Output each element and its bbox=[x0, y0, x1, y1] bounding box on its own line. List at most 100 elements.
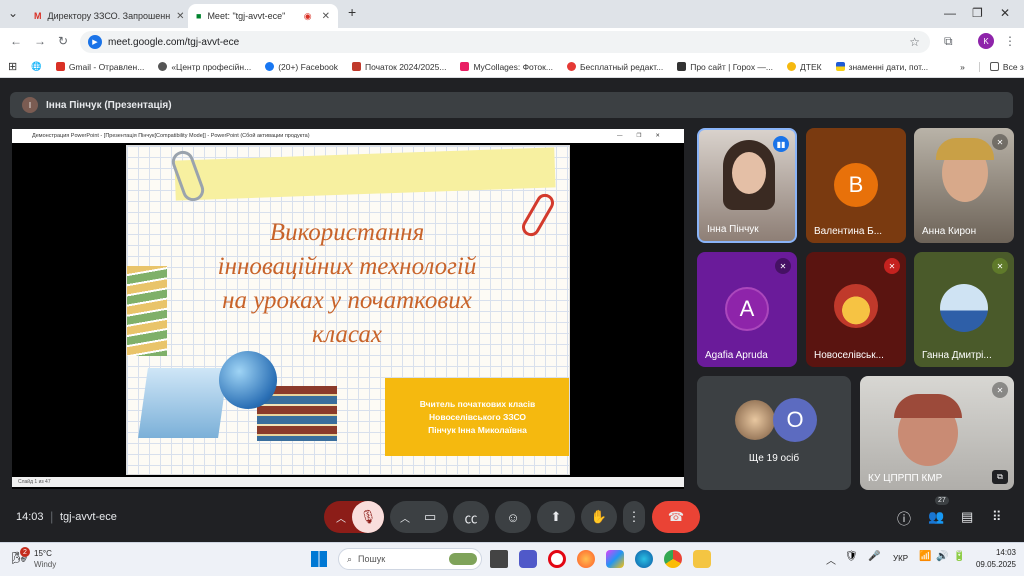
mic-off-icon: ✕ bbox=[884, 258, 900, 274]
info-icon[interactable]: ⓘ bbox=[897, 509, 911, 529]
site-icon[interactable]: 🌐 bbox=[31, 61, 42, 72]
participant-tile[interactable]: ✕ Новоселівськ... bbox=[806, 252, 906, 367]
bookmark-item[interactable]: «Центр професійн... bbox=[158, 62, 251, 72]
participant-name: Agafia Apruda bbox=[705, 350, 768, 361]
captions-button[interactable]: ㏄ bbox=[453, 501, 489, 533]
end-call-button[interactable]: ☎ bbox=[652, 501, 700, 533]
forward-icon[interactable]: → bbox=[34, 34, 46, 48]
volume-icon[interactable]: 🔊 bbox=[936, 551, 948, 562]
participant-name: Інна Пінчук bbox=[707, 224, 759, 235]
extensions-icon[interactable]: ⧉ bbox=[944, 34, 953, 49]
search-icon: ⌕ bbox=[347, 553, 353, 564]
taskbar-search[interactable]: ⌕ Пошук bbox=[338, 548, 482, 570]
mic-off-icon: ✕ bbox=[992, 258, 1008, 274]
participant-tile[interactable]: ✕ КУ ЦПРПП КМР ⧉ bbox=[860, 376, 1014, 490]
language-indicator[interactable]: УКР bbox=[893, 554, 908, 563]
reactions-button[interactable]: ☺ bbox=[495, 501, 531, 533]
hand-icon: ✋ bbox=[590, 509, 608, 524]
others-tile[interactable]: O Ще 19 осіб bbox=[697, 376, 851, 490]
teams-icon[interactable] bbox=[519, 550, 537, 568]
separator: | bbox=[50, 509, 54, 524]
presenter-avatar: І bbox=[22, 97, 38, 113]
copilot-icon[interactable] bbox=[606, 550, 624, 568]
bookmark-item[interactable]: (20+) Facebook bbox=[265, 62, 338, 72]
bookmark-label: MyCollages: Фоток... bbox=[473, 61, 553, 72]
apps-icon[interactable]: ⊞ bbox=[8, 60, 17, 73]
back-icon[interactable]: ← bbox=[10, 34, 22, 48]
mic-off-icon: ✕ bbox=[992, 382, 1008, 398]
more-vert-icon: ⋮ bbox=[627, 509, 641, 524]
more-options-button[interactable]: ⋮ bbox=[623, 501, 645, 533]
goroh-icon bbox=[677, 62, 687, 71]
opera-icon[interactable] bbox=[548, 550, 566, 568]
chrome-icon[interactable] bbox=[664, 550, 682, 568]
close-icon[interactable]: ✕ bbox=[176, 11, 184, 22]
address-row: ← → ↻ ▶ meet.google.com/tgj-avvt-ece ☆ ⧉… bbox=[0, 28, 1024, 56]
menu-icon[interactable]: ⋮ bbox=[1004, 34, 1016, 48]
participant-tile[interactable]: ▮▮ Інна Пінчук bbox=[697, 128, 797, 243]
slide-info-line: Вчитель початкових класів bbox=[419, 399, 536, 409]
participant-avatar: В bbox=[834, 163, 878, 207]
tray-app-icon[interactable]: 🛡 bbox=[845, 551, 858, 562]
microphone-icon[interactable]: 🎤 bbox=[868, 551, 880, 562]
tab-search-icon[interactable]: ⌄ bbox=[8, 6, 18, 20]
bookmark-item[interactable]: ДТЕК bbox=[787, 62, 822, 72]
url-text: meet.google.com/tgj-avvt-ece bbox=[108, 36, 240, 48]
bookmark-label: «Центр професійн... bbox=[171, 61, 252, 72]
more-bookmarks-icon[interactable]: » bbox=[960, 62, 965, 72]
chat-icon[interactable]: ▤ bbox=[961, 509, 973, 525]
bookmark-item[interactable]: Бесплатный редакт... bbox=[566, 61, 664, 72]
new-tab-button[interactable]: + bbox=[348, 4, 356, 20]
activities-icon[interactable]: ⠿ bbox=[992, 509, 1002, 525]
firefox-icon[interactable] bbox=[577, 550, 595, 568]
mic-off-icon: ✕ bbox=[992, 134, 1008, 150]
bookmark-label: Бесплатный редакт... bbox=[579, 61, 664, 72]
bookmark-item[interactable]: MyCollages: Фоток... bbox=[460, 61, 553, 72]
pip-icon[interactable]: ⧉ bbox=[992, 470, 1008, 484]
tab-gmail[interactable]: M Директору ЗЗСО. Запрошенн ✕ bbox=[26, 4, 186, 28]
presentation-header: І Інна Пінчук (Презентація) bbox=[10, 92, 1013, 118]
wifi-icon[interactable]: 📶 bbox=[919, 551, 931, 562]
tab-meet[interactable]: ■ Meet: "tgj-avvt-ece" ◉ ✕ bbox=[188, 4, 338, 28]
tray-chevron-icon[interactable]: ︿ bbox=[826, 552, 836, 567]
file-explorer-icon[interactable] bbox=[693, 550, 711, 568]
raise-hand-button[interactable]: ✋ bbox=[581, 501, 617, 533]
bookmark-item[interactable]: Gmail - Отравлен... bbox=[55, 62, 144, 72]
close-icon[interactable]: ✕ bbox=[322, 11, 330, 22]
mic-toggle-button[interactable]: 🎙 bbox=[352, 501, 384, 533]
participant-tile[interactable]: ✕ Ганна Дмитрі... bbox=[914, 252, 1014, 367]
participant-tile[interactable]: В Валентина Б... bbox=[806, 128, 906, 243]
camera-toggle-button[interactable]: ︿ ▭ bbox=[390, 501, 448, 533]
all-bookmarks[interactable]: Все закладки bbox=[978, 61, 1024, 72]
people-icon[interactable]: 👥 bbox=[928, 509, 944, 525]
participant-photo bbox=[735, 400, 775, 440]
weather-temp: 15°C bbox=[34, 549, 52, 558]
bookmark-item[interactable]: знаменні дати, пот... bbox=[835, 62, 928, 72]
maximize-icon[interactable]: ❐ bbox=[972, 6, 983, 20]
address-bar[interactable]: ▶ meet.google.com/tgj-avvt-ece ☆ bbox=[80, 31, 930, 53]
minimize-icon[interactable]: — bbox=[944, 6, 956, 20]
edge-icon[interactable] bbox=[635, 550, 653, 568]
reload-icon[interactable]: ↻ bbox=[58, 34, 68, 48]
profile-avatar[interactable]: K bbox=[978, 33, 994, 49]
bookmark-item[interactable]: Початок 2024/2025... bbox=[351, 62, 446, 72]
clock-date[interactable]: 09.05.2025 bbox=[962, 560, 1016, 569]
close-window-icon[interactable]: ✕ bbox=[1000, 6, 1010, 20]
others-label: Ще 19 осіб bbox=[748, 453, 800, 464]
slide-info-line: Новоселівського ЗЗСО bbox=[429, 412, 526, 422]
site-info-icon[interactable]: ▶ bbox=[88, 35, 102, 49]
ppt-window-controls: —❐✕ bbox=[616, 133, 674, 139]
phone-hangup-icon: ☎ bbox=[667, 509, 685, 524]
clock-time[interactable]: 14:03 bbox=[972, 548, 1016, 557]
all-bookmarks-label: Все закладки bbox=[1002, 61, 1024, 72]
present-button[interactable]: ⬆ bbox=[537, 501, 575, 533]
bookmark-item[interactable]: Про сайт | Горох —... bbox=[677, 62, 773, 72]
bookmark-label: Про сайт | Горох —... bbox=[690, 61, 774, 72]
task-view-icon[interactable] bbox=[490, 550, 508, 568]
participant-tile[interactable]: ✕ Анна Кирон bbox=[914, 128, 1014, 243]
windows-start-icon[interactable] bbox=[311, 551, 327, 567]
bookmark-star-icon[interactable]: ☆ bbox=[909, 35, 920, 49]
participant-tile[interactable]: A ✕ Agafia Apruda bbox=[697, 252, 797, 367]
slide-title-line: на уроках у початкових bbox=[222, 287, 472, 314]
flag-icon bbox=[835, 62, 845, 71]
